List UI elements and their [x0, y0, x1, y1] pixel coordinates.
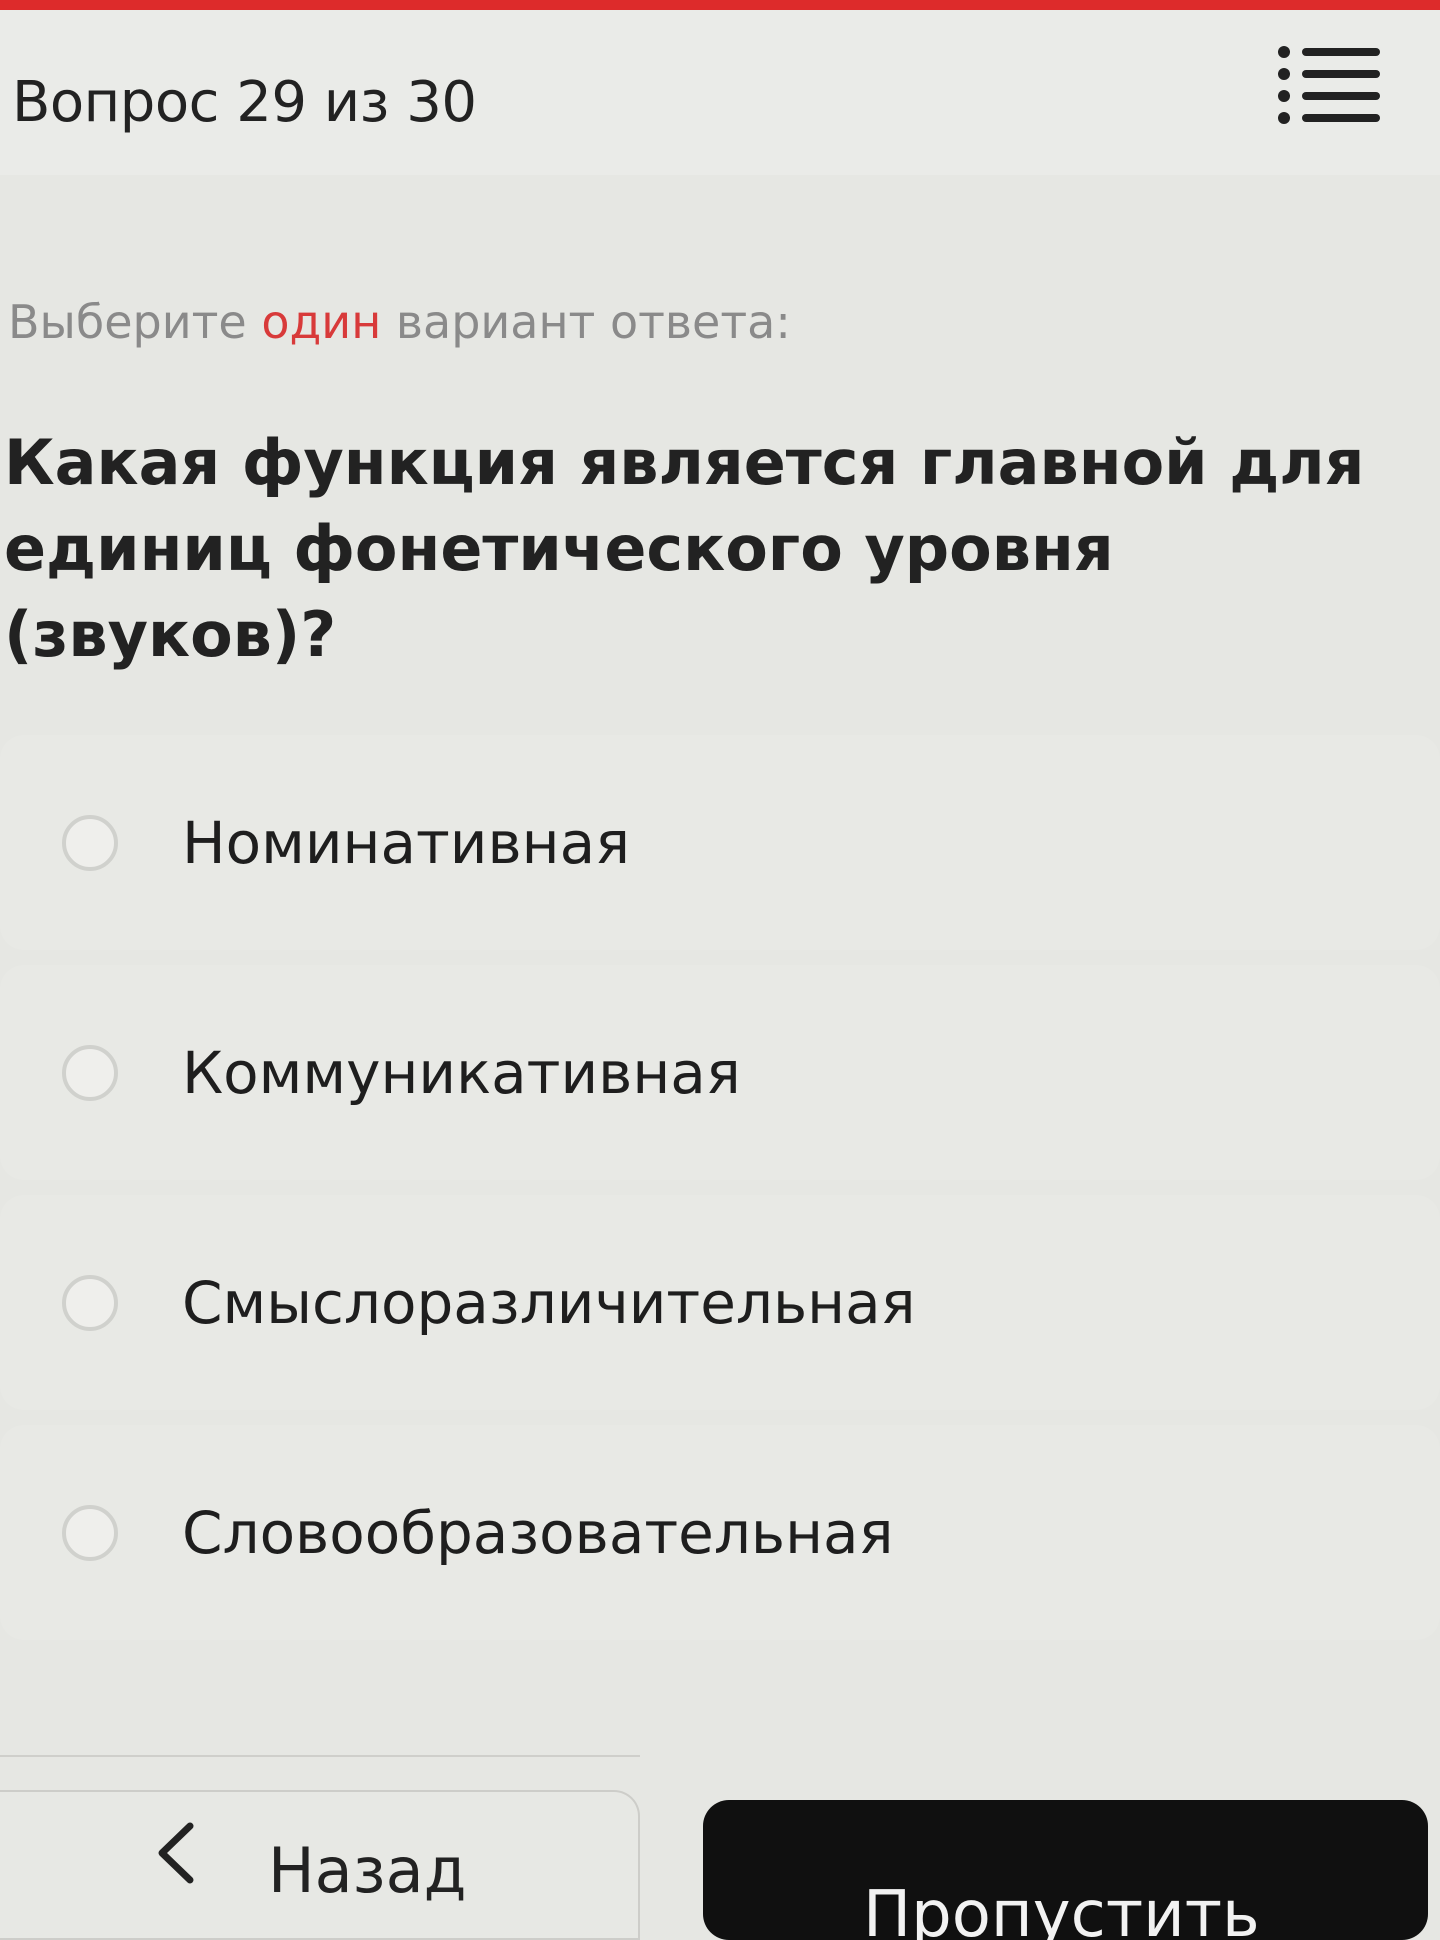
instruction-suffix: вариант ответа: [381, 295, 791, 349]
top-accent-bar [0, 0, 1440, 10]
question-counter: Вопрос 29 из 30 [12, 70, 477, 135]
answer-instruction: Выберите один вариант ответа: [8, 295, 791, 349]
radio-button[interactable] [62, 1044, 118, 1101]
answer-option-4[interactable]: Словообразовательная [0, 1425, 1440, 1640]
question-text: Какая функция является главной для едини… [4, 426, 1365, 671]
answer-option-label: Смыслоразличительная [182, 1268, 916, 1337]
answer-option-label: Словообразовательная [182, 1498, 894, 1567]
skip-button[interactable]: Пропустить [703, 1800, 1428, 1940]
skip-button-label: Пропустить [863, 1878, 1260, 1940]
answer-option-2[interactable]: Коммуникативная [0, 965, 1440, 1180]
radio-button[interactable] [62, 1504, 118, 1561]
instruction-highlight: один [261, 295, 382, 349]
back-button-label: Назад [268, 1834, 467, 1907]
instruction-prefix: Выберите [8, 295, 262, 349]
answer-option-label: Номинативная [182, 808, 631, 877]
answer-option-3[interactable]: Смыслоразличительная [0, 1195, 1440, 1410]
answer-option-1[interactable]: Номинативная [0, 735, 1440, 950]
radio-button[interactable] [62, 814, 118, 871]
answer-option-label: Коммуникативная [182, 1038, 741, 1107]
radio-button[interactable] [62, 1274, 118, 1331]
list-icon [1278, 46, 1380, 124]
back-button[interactable]: Назад [0, 1790, 640, 1940]
chevron-left-icon [158, 1822, 194, 1884]
footer-divider [0, 1755, 640, 1757]
header: Вопрос 29 из 30 [0, 10, 1440, 175]
question-list-button[interactable] [1270, 40, 1390, 130]
answer-options: Номинативная Коммуникативная Смыслоразли… [0, 735, 1440, 1655]
